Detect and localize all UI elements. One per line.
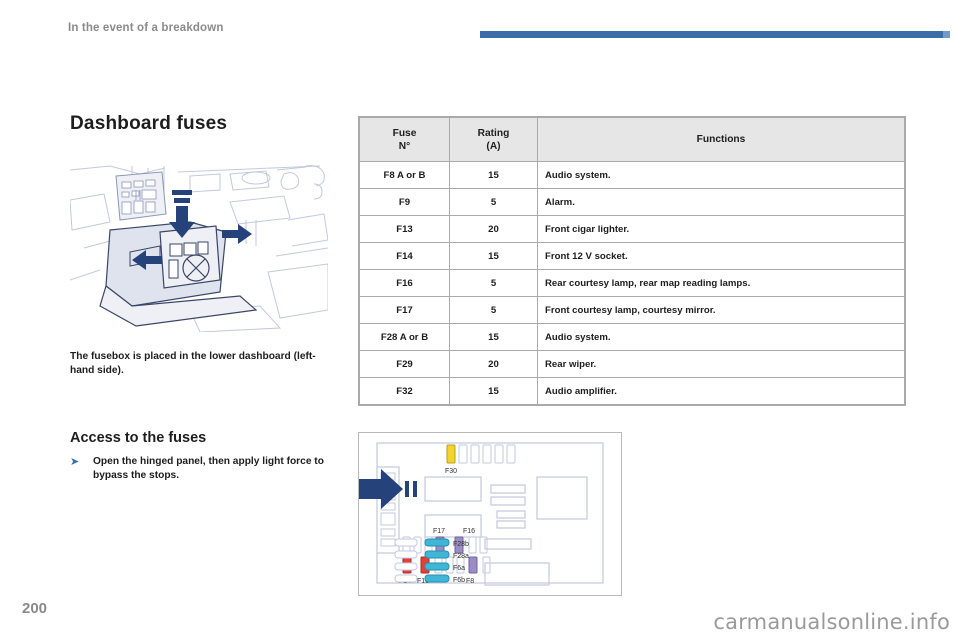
cell-function: Front courtesy lamp, courtesy mirror. [537, 296, 905, 324]
table-row: F29 20 Rear wiper. [359, 350, 905, 378]
column-header-fuse: Fuse N° [359, 117, 450, 162]
site-watermark: carmanualsonline.info [713, 610, 950, 634]
table-row: F9 5 Alarm. [359, 188, 905, 216]
diagram-label-f30: F30 [445, 468, 457, 475]
cell-function: Front cigar lighter. [537, 215, 905, 243]
table-row: F14 15 Front 12 V socket. [359, 242, 905, 270]
diagram-label-f28b: F28b [453, 541, 469, 548]
cell-fuse-number: F17 [359, 296, 450, 324]
diagram-label-f6a: F6a [453, 565, 465, 572]
cell-function: Alarm. [537, 188, 905, 216]
cell-rating: 15 [449, 323, 538, 351]
fuse-f30-body [446, 444, 456, 464]
diagram-label-f17: F17 [433, 528, 445, 535]
cell-fuse-number: F16 [359, 269, 450, 297]
diagram-label-f16: F16 [463, 528, 475, 535]
table-row: F17 5 Front courtesy lamp, courtesy mirror… [359, 296, 905, 324]
instruction-item: ➤ Open the hinged panel, then apply ligh… [70, 455, 336, 482]
cell-rating: 20 [449, 350, 538, 378]
cell-rating: 15 [449, 242, 538, 270]
cell-fuse-number: F9 [359, 188, 450, 216]
cell-rating: 20 [449, 215, 538, 243]
cell-fuse-number: F32 [359, 377, 450, 405]
page-number: 200 [22, 600, 48, 617]
column-header-fuse-line1: Fuse [392, 127, 417, 139]
cell-function: Audio amplifier. [537, 377, 905, 405]
page-title: Dashboard fuses [70, 113, 228, 134]
cell-fuse-number: F14 [359, 242, 450, 270]
fusebox-location-illustration [70, 160, 328, 332]
cell-rating: 5 [449, 269, 538, 297]
diagram-label-f6b: F6b [453, 577, 465, 584]
column-header-fuse-line2: N° [398, 140, 411, 152]
column-header-rating-line2: (A) [486, 140, 501, 152]
column-header-rating: Rating (A) [449, 117, 538, 162]
column-header-rating-line1: Rating [477, 127, 510, 139]
cell-fuse-number: F29 [359, 350, 450, 378]
table-body: F8 A or B 15 Audio system. F9 5 Alarm. F13 20 Fr… [359, 161, 905, 405]
table-row: F8 A or B 15 Audio system. [359, 161, 905, 189]
table-row: F16 5 Rear courtesy lamp, rear map reading… [359, 269, 905, 297]
running-head: In the event of a breakdown [68, 22, 224, 34]
cell-function: Audio system. [537, 161, 905, 189]
fusebox-schematic: F30 F17 F16 F13 F8 F28b F28a F6a F6b [358, 432, 622, 596]
header-rule [480, 31, 950, 38]
cell-fuse-number: F8 A or B [359, 161, 450, 189]
column-header-functions: Functions [537, 117, 905, 162]
section-title-access: Access to the fuses [70, 430, 207, 446]
table-header-row: Fuse N° Rating (A) Functions [359, 117, 905, 162]
cell-function: Audio system. [537, 323, 905, 351]
diagram-label-f28a: F28a [453, 553, 469, 560]
cell-fuse-number: F13 [359, 215, 450, 243]
cell-function: Rear wiper. [537, 350, 905, 378]
cell-fuse-number: F28 A or B [359, 323, 450, 351]
header-rule-cap [943, 31, 950, 38]
table-row: F13 20 Front cigar lighter. [359, 215, 905, 243]
cell-rating: 5 [449, 188, 538, 216]
bullet-arrow-icon: ➤ [70, 456, 80, 468]
cell-rating: 5 [449, 296, 538, 324]
cell-rating: 15 [449, 161, 538, 189]
cell-rating: 15 [449, 377, 538, 405]
manual-page: In the event of a breakdown Dashboard fu… [0, 0, 960, 640]
cell-function: Rear courtesy lamp, rear map reading lam… [537, 269, 905, 297]
table-row: F28 A or B 15 Audio system. [359, 323, 905, 351]
table-row: F32 15 Audio amplifier. [359, 377, 905, 405]
cell-function: Front 12 V socket. [537, 242, 905, 270]
fuse-table: Fuse N° Rating (A) Functions F8 A or B 15… [358, 116, 906, 406]
photo-caption: The fusebox is placed in the lower dashb… [70, 351, 316, 376]
instruction-text: Open the hinged panel, then apply light … [93, 456, 324, 481]
